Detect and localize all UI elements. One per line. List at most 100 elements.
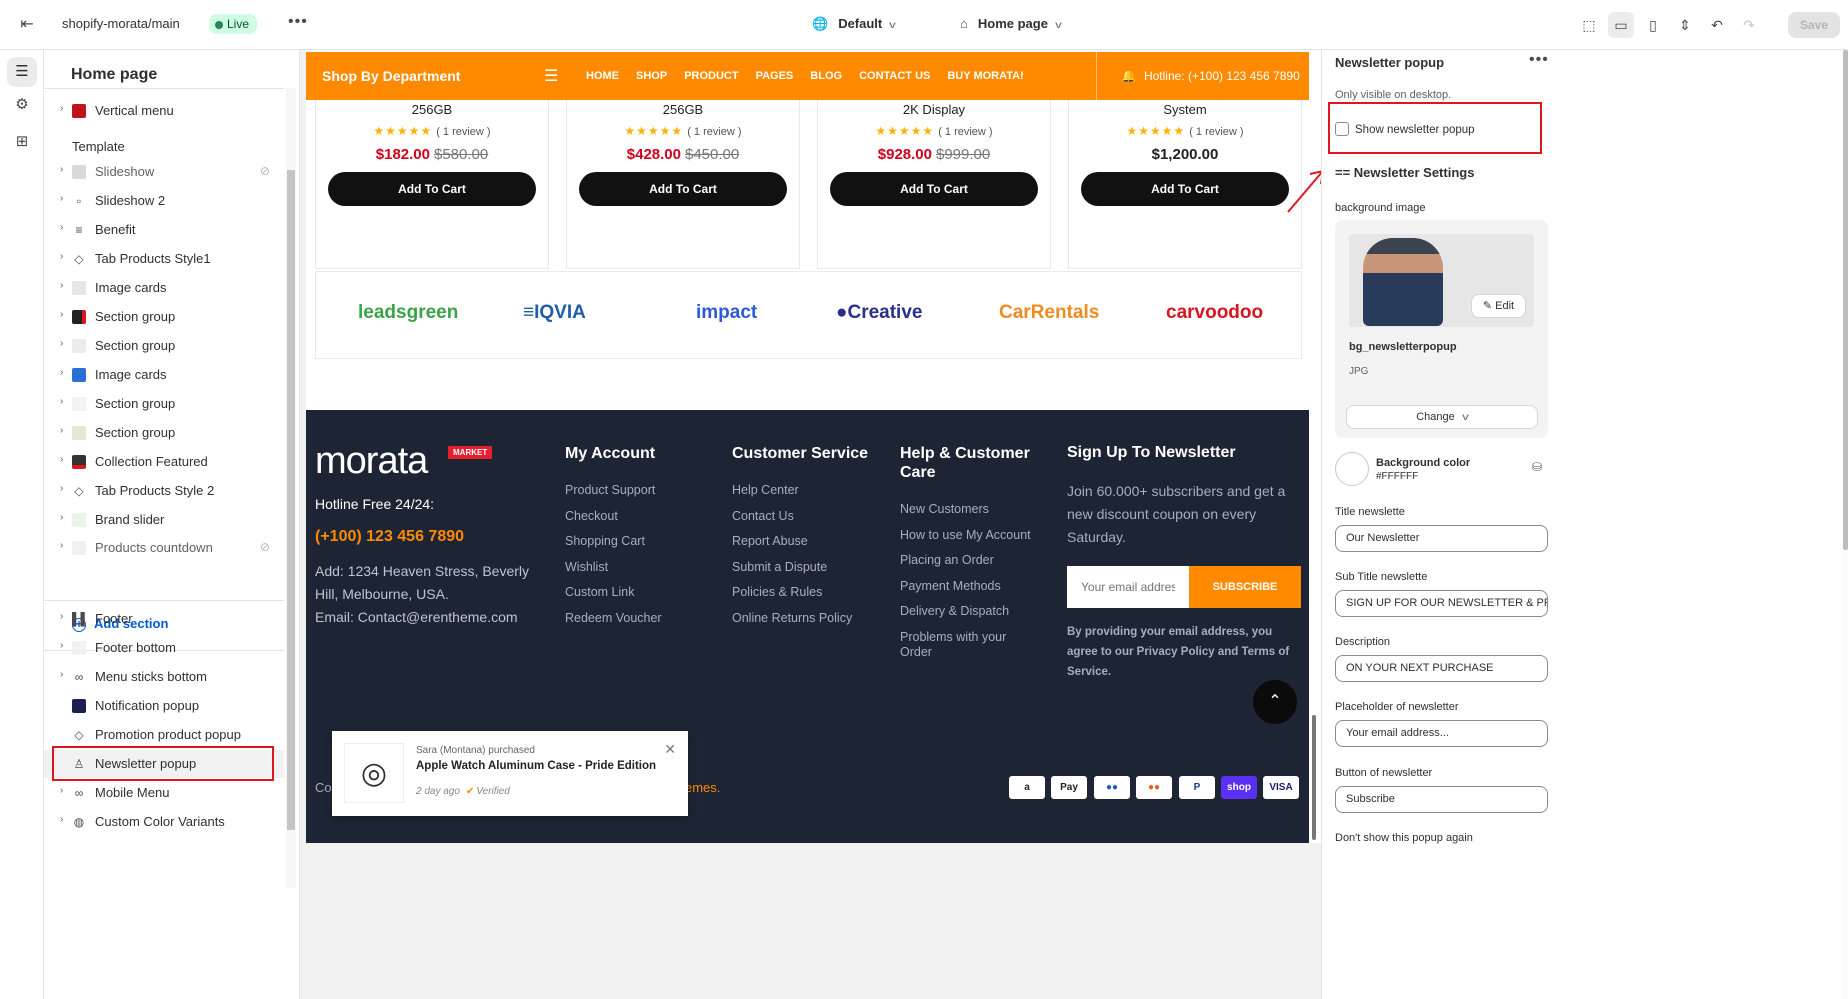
footer-link[interactable]: Policies & Rules xyxy=(732,585,868,601)
sidebar-item-footer-bottom[interactable]: › Footer bottom xyxy=(44,634,284,662)
subscribe-button[interactable]: SUBSCRIBE xyxy=(1189,566,1301,608)
shop-by-department[interactable]: Shop By Department xyxy=(322,68,460,84)
nav-link-buy[interactable]: BUY MORATA! xyxy=(947,70,1023,82)
panel-scrollbar[interactable] xyxy=(1842,50,1848,999)
edit-image-button[interactable]: ✎ Edit xyxy=(1471,294,1526,318)
footer-link[interactable]: Help Center xyxy=(732,483,868,499)
sidebar-item-section-group[interactable]: › Section group xyxy=(44,332,284,360)
page-selector[interactable]: ⌂ Home page v xyxy=(960,16,1062,31)
footer-link[interactable]: Placing an Order xyxy=(900,553,1040,569)
sidebar-item-brand-slider[interactable]: › Brand slider xyxy=(44,506,284,534)
brand-logo-creative[interactable]: ●Creative xyxy=(836,302,922,324)
sidebar-item-benefit[interactable]: › ≡ Benefit xyxy=(44,216,284,244)
inspector-icon[interactable]: ⬚ xyxy=(1576,12,1602,38)
description-input[interactable]: ON YOUR NEXT PURCHASE xyxy=(1335,655,1548,682)
toast-product[interactable]: Apple Watch Aluminum Case - Pride Editio… xyxy=(416,760,656,772)
add-to-cart-button[interactable]: Add To Cart xyxy=(1081,172,1289,206)
footer-link[interactable]: Payment Methods xyxy=(900,579,1040,595)
footer-link[interactable]: Custom Link xyxy=(565,585,662,601)
product-name[interactable]: 256GB xyxy=(567,102,799,117)
footer-link[interactable]: Checkout xyxy=(565,509,662,525)
sidebar-item-custom-color-variants[interactable]: › ◍ Custom Color Variants xyxy=(44,808,284,836)
subtitle-newsletter-input[interactable]: SIGN UP FOR OUR NEWSLETTER & PROMOTIONS xyxy=(1335,590,1548,617)
sidebar-item-footer[interactable]: › ▌▌ Footer xyxy=(44,605,284,633)
desktop-view-icon[interactable]: ▭ xyxy=(1608,12,1634,38)
footer-link[interactable]: Wishlist xyxy=(565,560,662,576)
sidebar-item-section-group[interactable]: › Section group xyxy=(44,303,284,331)
sidebar-item-section-group[interactable]: › Section group xyxy=(44,419,284,447)
sidebar-item-image-cards[interactable]: › Image cards xyxy=(44,274,284,302)
nav-link-blog[interactable]: BLOG xyxy=(810,70,842,82)
footer-link[interactable]: Product Support xyxy=(565,483,662,499)
mobile-view-icon[interactable]: ▯ xyxy=(1640,12,1666,38)
nav-link-contact[interactable]: CONTACT US xyxy=(859,70,930,82)
sections-icon[interactable]: ☰ xyxy=(7,57,37,87)
brand-logo-iqvia[interactable]: ≡IQVIA xyxy=(523,302,586,324)
product-card[interactable]: 2K Display ★★★★★( 1 review ) $928.00 $999… xyxy=(817,100,1051,269)
scrollbar-thumb[interactable] xyxy=(287,170,295,830)
sidebar-item-tab-products-style-2[interactable]: › ◇ Tab Products Style 2 xyxy=(44,477,284,505)
sidebar-item-products-countdown[interactable]: › Products countdown ⊘ xyxy=(44,534,284,562)
sidebar-item-mobile-menu[interactable]: › ∞ Mobile Menu xyxy=(44,779,284,807)
footer-link[interactable]: Submit a Dispute xyxy=(732,560,868,576)
footer-link[interactable]: Problems with your Order xyxy=(900,630,1040,661)
footer-link[interactable]: How to use My Account xyxy=(900,528,1040,544)
morata-logo[interactable]: morata xyxy=(315,440,428,483)
nav-link-shop[interactable]: SHOP xyxy=(636,70,667,82)
product-name[interactable]: System xyxy=(1069,102,1301,117)
sidebar-item-promotion-product-popup[interactable]: ◇ Promotion product popup xyxy=(44,721,284,749)
placeholder-newsletter-input[interactable]: Your email address... xyxy=(1335,720,1548,747)
brand-logo-leadsgreen[interactable]: leadsgreen xyxy=(358,302,458,324)
more-actions-icon[interactable]: ••• xyxy=(1529,51,1549,69)
exit-icon[interactable]: ⇤ xyxy=(16,14,38,36)
sidebar-item-image-cards[interactable]: › Image cards xyxy=(44,361,284,389)
close-icon[interactable]: ✕ xyxy=(664,741,676,758)
sidebar-scrollbar[interactable] xyxy=(286,88,296,888)
save-button[interactable]: Save xyxy=(1788,12,1840,38)
more-actions-icon[interactable]: ••• xyxy=(288,13,308,31)
hidden-eye-icon[interactable]: ⊘ xyxy=(260,540,270,554)
hidden-eye-icon[interactable]: ⊘ xyxy=(260,164,270,178)
sidebar-item-slideshow-2[interactable]: › ▫ Slideshow 2 xyxy=(44,187,284,215)
fullscreen-icon[interactable]: ⇕ xyxy=(1672,12,1698,38)
purchase-notification-toast[interactable]: ◎ Sara (Montana) purchased Apple Watch A… xyxy=(332,731,688,816)
footer-link[interactable]: Online Returns Policy xyxy=(732,611,868,627)
product-name[interactable]: 2K Display xyxy=(818,102,1050,117)
footer-link[interactable]: Report Abuse xyxy=(732,534,868,550)
copyright-link[interactable]: emes. xyxy=(685,780,720,795)
brand-logo-carrentals[interactable]: CarRentals xyxy=(999,302,1099,324)
nav-link-home[interactable]: HOME xyxy=(586,70,619,82)
redo-icon[interactable]: ↷ xyxy=(1736,12,1762,38)
nav-link-product[interactable]: PRODUCT xyxy=(684,70,738,82)
scroll-to-top-icon[interactable]: ⌃ xyxy=(1253,680,1297,724)
change-image-button[interactable]: Change v xyxy=(1346,405,1538,429)
footer-link[interactable]: Redeem Voucher xyxy=(565,611,662,627)
newsletter-email-input[interactable] xyxy=(1067,566,1189,608)
brand-logo-carvoodoo[interactable]: carvoodoo xyxy=(1166,302,1263,324)
background-color-swatch[interactable] xyxy=(1335,452,1369,486)
sidebar-item-collection-featured[interactable]: › Collection Featured xyxy=(44,448,284,476)
brand-logo-impact[interactable]: impact xyxy=(696,302,757,324)
product-card[interactable]: 256GB ★★★★★( 1 review ) $428.00 $450.00 A… xyxy=(566,100,800,269)
add-to-cart-button[interactable]: Add To Cart xyxy=(328,172,536,206)
scrollbar-thumb[interactable] xyxy=(1312,715,1316,840)
scrollbar-thumb[interactable] xyxy=(1843,50,1848,550)
title-newsletter-input[interactable]: Our Newsletter xyxy=(1335,525,1548,552)
theme-selector[interactable]: 🌐 Default v xyxy=(812,16,896,32)
sidebar-item-vertical-menu[interactable]: › Vertical menu xyxy=(44,97,284,125)
sidebar-item-menu-sticks-bottom[interactable]: › ∞ Menu sticks bottom xyxy=(44,663,284,691)
footer-link[interactable]: Shopping Cart xyxy=(565,534,662,550)
sidebar-item-notification-popup[interactable]: Notification popup xyxy=(44,692,284,720)
sidebar-item-tab-products-style1[interactable]: › ◇ Tab Products Style1 xyxy=(44,245,284,273)
footer-link[interactable]: Contact Us xyxy=(732,509,868,525)
add-to-cart-button[interactable]: Add To Cart xyxy=(830,172,1038,206)
sidebar-item-slideshow[interactable]: › Slideshow ⊘ xyxy=(44,158,284,186)
nav-link-pages[interactable]: PAGES xyxy=(756,70,794,82)
product-card[interactable]: System ★★★★★( 1 review ) $1,200.00 Add T… xyxy=(1068,100,1302,269)
settings-gear-icon[interactable]: ⚙ xyxy=(7,90,37,120)
product-card[interactable]: 256GB ★★★★★( 1 review ) $182.00 $580.00 A… xyxy=(315,100,549,269)
footer-link[interactable]: Delivery & Dispatch xyxy=(900,604,1040,620)
undo-icon[interactable]: ↶ xyxy=(1704,12,1730,38)
button-newsletter-input[interactable]: Subscribe xyxy=(1335,786,1548,813)
footer-link[interactable]: New Customers xyxy=(900,502,1040,518)
